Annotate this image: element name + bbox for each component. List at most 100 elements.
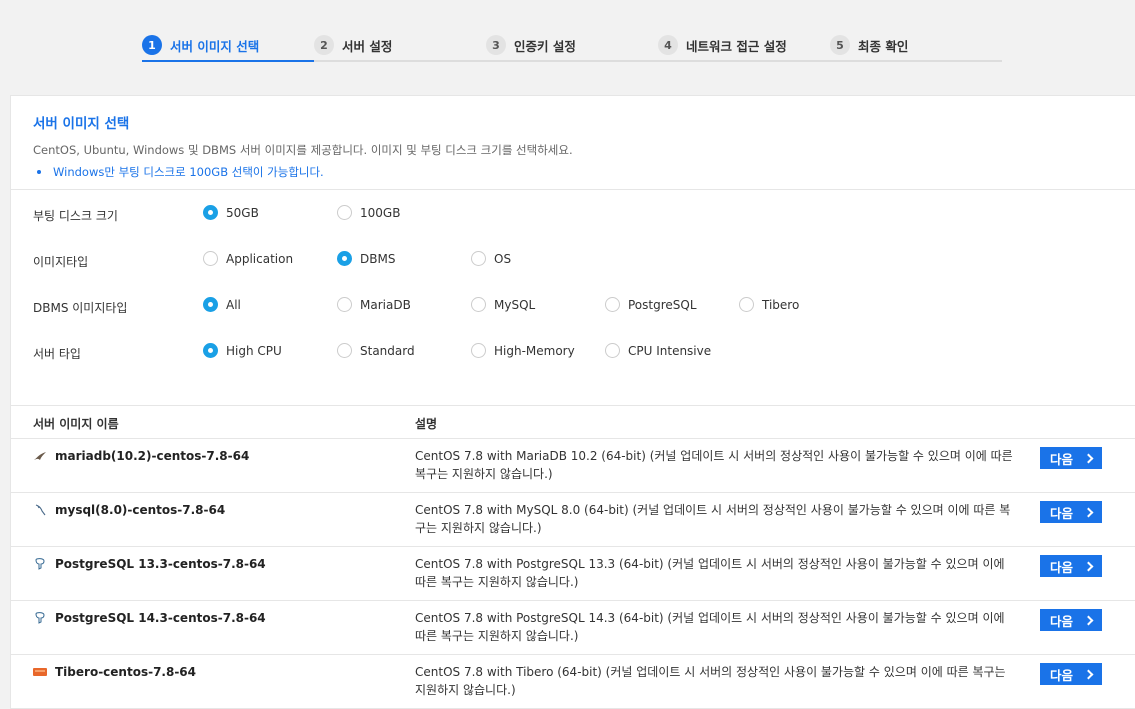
image-name-text: mariadb(10.2)-centos-7.8-64 — [55, 449, 250, 463]
image-table-header: 서버 이미지 이름 설명 — [11, 405, 1135, 439]
boot-disk-row: 부팅 디스크 크기 50GB 100GB — [11, 203, 1135, 227]
radio-label: MySQL — [494, 297, 536, 312]
radio-label: DBMS — [360, 251, 396, 266]
image-name-text: PostgreSQL 13.3-centos-7.8-64 — [55, 557, 266, 571]
radio-unchecked-icon — [471, 297, 486, 312]
image-name-text: PostgreSQL 14.3-centos-7.8-64 — [55, 611, 266, 625]
radio-tibero[interactable]: Tibero — [739, 297, 799, 312]
radio-label: High CPU — [226, 343, 282, 358]
radio-label: 50GB — [226, 205, 259, 220]
radio-cpu-intensive[interactable]: CPU Intensive — [605, 343, 711, 358]
step-3[interactable]: 3 인증키 설정 — [486, 28, 576, 62]
step-label: 서버 이미지 선택 — [170, 38, 260, 54]
radio-high-memory[interactable]: High-Memory — [471, 343, 575, 358]
radio-label: PostgreSQL — [628, 297, 697, 312]
radio-label: All — [226, 297, 241, 312]
radio-standard[interactable]: Standard — [337, 343, 415, 358]
step-4[interactable]: 4 네트워크 접근 설정 — [658, 28, 787, 62]
table-row: PostgreSQL 13.3-centos-7.8-64 CentOS 7.8… — [11, 547, 1135, 601]
next-button[interactable]: 다음 — [1040, 447, 1102, 469]
step-label: 인증키 설정 — [514, 38, 576, 54]
radio-label: CPU Intensive — [628, 343, 712, 358]
radio-high-cpu[interactable]: High CPU — [203, 343, 282, 358]
table-row: mariadb(10.2)-centos-7.8-64 CentOS 7.8 w… — [11, 439, 1135, 493]
radio-checked-icon — [203, 297, 218, 312]
radio-50gb[interactable]: 50GB — [203, 205, 259, 220]
next-button-label: 다음 — [1049, 613, 1073, 629]
next-button-label: 다음 — [1049, 667, 1073, 683]
chevron-right-icon — [1083, 561, 1094, 571]
radio-label: Standard — [360, 343, 415, 358]
radio-label: OS — [494, 251, 512, 266]
step-number: 2 — [314, 35, 334, 55]
radio-unchecked-icon — [337, 205, 352, 220]
radio-label: MariaDB — [360, 297, 411, 312]
next-button-label: 다음 — [1049, 559, 1073, 575]
step-indicator: 1 서버 이미지 선택 2 서버 설정 3 인증키 설정 4 네트워크 접근 설… — [142, 28, 1002, 62]
image-name-text: mysql(8.0)-centos-7.8-64 — [55, 503, 226, 517]
image-name: PostgreSQL 13.3-centos-7.8-64 — [33, 557, 266, 571]
mysql-icon — [33, 504, 47, 516]
boot-disk-label: 부팅 디스크 크기 — [33, 209, 118, 223]
radio-unchecked-icon — [471, 343, 486, 358]
radio-unchecked-icon — [605, 297, 620, 312]
image-name-text: Tibero-centos-7.8-64 — [55, 665, 197, 679]
server-type-label: 서버 타입 — [33, 347, 81, 361]
radio-application[interactable]: Application — [203, 251, 293, 266]
chevron-right-icon — [1083, 507, 1094, 517]
step-5[interactable]: 5 최종 확인 — [830, 28, 908, 62]
step-2[interactable]: 2 서버 설정 — [314, 28, 392, 62]
radio-all[interactable]: All — [203, 297, 241, 312]
intro-section: 서버 이미지 선택 CentOS, Ubuntu, Windows 및 DBMS… — [11, 96, 1135, 190]
image-name: mysql(8.0)-centos-7.8-64 — [33, 503, 225, 517]
next-button-label: 다음 — [1049, 505, 1073, 521]
radio-os[interactable]: OS — [471, 251, 511, 266]
tibero-icon — [33, 666, 47, 678]
radio-dbms[interactable]: DBMS — [337, 251, 395, 266]
step-number: 3 — [486, 35, 506, 55]
active-step-underline — [142, 60, 314, 62]
step-number: 5 — [830, 35, 850, 55]
column-header-desc: 설명 — [415, 417, 438, 431]
section-description: CentOS, Ubuntu, Windows 및 DBMS 서버 이미지를 제… — [33, 143, 573, 157]
radio-100gb[interactable]: 100GB — [337, 205, 400, 220]
radio-label: Application — [226, 251, 294, 266]
radio-unchecked-icon — [739, 297, 754, 312]
next-button[interactable]: 다음 — [1040, 609, 1102, 631]
mariadb-icon — [33, 450, 47, 462]
next-button[interactable]: 다음 — [1040, 501, 1102, 523]
image-description: CentOS 7.8 with MariaDB 10.2 (64-bit) (커… — [415, 449, 1013, 481]
postgresql-icon — [33, 612, 47, 624]
step-number: 1 — [142, 35, 162, 55]
table-row: Tibero-centos-7.8-64 CentOS 7.8 with Tib… — [11, 655, 1135, 709]
next-button[interactable]: 다음 — [1040, 663, 1102, 685]
radio-checked-icon — [203, 343, 218, 358]
radio-unchecked-icon — [337, 297, 352, 312]
step-label: 최종 확인 — [858, 38, 909, 54]
step-1[interactable]: 1 서버 이미지 선택 — [142, 28, 259, 62]
next-button[interactable]: 다음 — [1040, 555, 1102, 577]
column-header-name: 서버 이미지 이름 — [33, 417, 119, 431]
next-button-label: 다음 — [1049, 451, 1073, 467]
radio-postgresql[interactable]: PostgreSQL — [605, 297, 697, 312]
image-name: PostgreSQL 14.3-centos-7.8-64 — [33, 611, 266, 625]
image-description: CentOS 7.8 with Tibero (64-bit) (커널 업데이트… — [415, 665, 1006, 697]
step-label: 서버 설정 — [342, 38, 393, 54]
image-description: CentOS 7.8 with PostgreSQL 14.3 (64-bit)… — [415, 611, 1005, 643]
radio-label: Tibero — [762, 297, 800, 312]
radio-label: 100GB — [360, 205, 401, 220]
radio-mysql[interactable]: MySQL — [471, 297, 535, 312]
server-type-row: 서버 타입 High CPU Standard High-Memory CPU … — [11, 341, 1135, 365]
step-number: 4 — [658, 35, 678, 55]
chevron-right-icon — [1083, 615, 1094, 625]
section-title: 서버 이미지 선택 — [33, 116, 130, 132]
image-description: CentOS 7.8 with PostgreSQL 13.3 (64-bit)… — [415, 557, 1005, 589]
image-type-label: 이미지타입 — [33, 255, 89, 269]
section-note: Windows만 부팅 디스크로 100GB 선택이 가능합니다. — [33, 164, 1113, 180]
radio-mariadb[interactable]: MariaDB — [337, 297, 411, 312]
note-text: Windows만 부팅 디스크로 100GB 선택이 가능합니다. — [53, 165, 324, 179]
table-row: PostgreSQL 14.3-centos-7.8-64 CentOS 7.8… — [11, 601, 1135, 655]
postgresql-icon — [33, 558, 47, 570]
chevron-right-icon — [1083, 669, 1094, 679]
filter-options: 부팅 디스크 크기 50GB 100GB 이미지타입 Application D… — [11, 190, 1135, 406]
